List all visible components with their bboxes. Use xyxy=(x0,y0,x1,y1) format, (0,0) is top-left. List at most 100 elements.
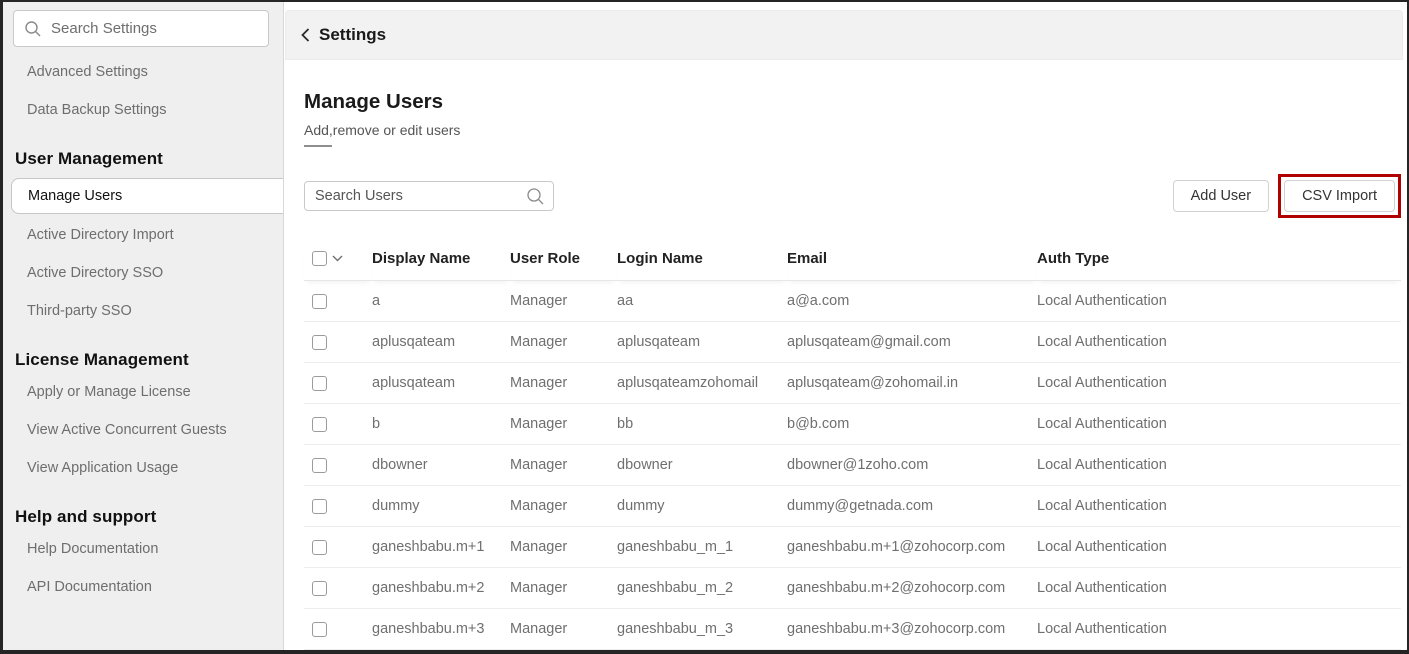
table-row: bManagerbbb@b.comLocal Authentication xyxy=(304,404,1401,445)
cell-display-name: aplusqateam xyxy=(372,322,510,363)
cell-auth-type: Local Authentication xyxy=(1037,404,1401,445)
cell-login-name: aplusqateam xyxy=(617,322,787,363)
sidebar-item-advanced-settings[interactable]: Advanced Settings xyxy=(3,53,283,91)
cell-email: dbowner@1zoho.com xyxy=(787,445,1037,486)
cell-login-name: ganeshbabu_m_3 xyxy=(617,609,787,650)
table-row: aManageraaa@a.comLocal Authentication xyxy=(304,281,1401,322)
row-checkbox[interactable] xyxy=(312,581,327,596)
cell-login-name: ganeshbabu_m_2 xyxy=(617,568,787,609)
sidebar-item-view-active-concurrent-guests[interactable]: View Active Concurrent Guests xyxy=(3,411,283,449)
cell-login-name: bb xyxy=(617,404,787,445)
add-user-button[interactable]: Add User xyxy=(1173,180,1269,212)
cell-display-name: a xyxy=(372,281,510,322)
sidebar-search-input[interactable] xyxy=(51,20,258,37)
row-checkbox[interactable] xyxy=(312,376,327,391)
column-header-user-role[interactable]: User Role xyxy=(510,241,617,281)
cell-user-role: Manager xyxy=(510,281,617,322)
users-table: Display Name User Role Login Name Email … xyxy=(304,241,1401,650)
cell-user-role: Manager xyxy=(510,568,617,609)
cell-user-role: Manager xyxy=(510,609,617,650)
row-select-cell xyxy=(304,527,372,568)
cell-login-name: aa xyxy=(617,281,787,322)
cell-auth-type: Local Authentication xyxy=(1037,363,1401,404)
cell-auth-type: Local Authentication xyxy=(1037,486,1401,527)
app-window: Advanced SettingsData Backup SettingsUse… xyxy=(0,0,1409,654)
sidebar-item-active-directory-sso[interactable]: Active Directory SSO xyxy=(3,254,283,292)
column-header-email[interactable]: Email xyxy=(787,241,1037,281)
sidebar-item-active-directory-import[interactable]: Active Directory Import xyxy=(3,216,283,254)
row-select-cell xyxy=(304,281,372,322)
row-select-cell xyxy=(304,445,372,486)
row-checkbox[interactable] xyxy=(312,622,327,637)
cell-user-role: Manager xyxy=(510,527,617,568)
cell-auth-type: Local Authentication xyxy=(1037,568,1401,609)
cell-login-name: ganeshbabu_m_1 xyxy=(617,527,787,568)
row-checkbox[interactable] xyxy=(312,417,327,432)
page-subtitle: Add,remove or edit users xyxy=(304,122,1401,138)
column-header-auth-type[interactable]: Auth Type xyxy=(1037,241,1401,281)
sidebar-item-data-backup-settings[interactable]: Data Backup Settings xyxy=(3,91,283,129)
csv-import-button[interactable]: CSV Import xyxy=(1284,180,1395,212)
row-select-cell xyxy=(304,404,372,445)
users-search-input[interactable] xyxy=(315,188,526,204)
cell-login-name: dbowner xyxy=(617,445,787,486)
search-icon xyxy=(526,187,545,206)
cell-display-name: dbowner xyxy=(372,445,510,486)
cell-login-name: dummy xyxy=(617,486,787,527)
table-row: aplusqateamManageraplusqateamaplusqateam… xyxy=(304,322,1401,363)
sidebar-item-api-documentation[interactable]: API Documentation xyxy=(3,568,283,606)
table-row: aplusqateamManageraplusqateamzohomailapl… xyxy=(304,363,1401,404)
row-select-cell xyxy=(304,609,372,650)
subtitle-rule xyxy=(304,145,332,147)
row-checkbox[interactable] xyxy=(312,540,327,555)
back-chevron-icon[interactable] xyxy=(300,27,311,43)
cell-user-role: Manager xyxy=(510,404,617,445)
sidebar-item-view-application-usage[interactable]: View Application Usage xyxy=(3,449,283,487)
cell-email: ganeshbabu.m+1@zohocorp.com xyxy=(787,527,1037,568)
csv-import-highlight-annotation: CSV Import xyxy=(1278,174,1401,218)
cell-auth-type: Local Authentication xyxy=(1037,281,1401,322)
sidebar-item-third-party-sso[interactable]: Third-party SSO xyxy=(3,292,283,330)
cell-display-name: ganeshbabu.m+1 xyxy=(372,527,510,568)
cell-email: aplusqateam@zohomail.in xyxy=(787,363,1037,404)
table-row: ganeshbabu.m+1Managerganeshbabu_m_1ganes… xyxy=(304,527,1401,568)
cell-display-name: b xyxy=(372,404,510,445)
row-checkbox[interactable] xyxy=(312,499,327,514)
row-select-cell xyxy=(304,363,372,404)
cell-email: b@b.com xyxy=(787,404,1037,445)
main-panel: Settings Manage Users Add,remove or edit… xyxy=(284,2,1407,650)
sidebar-item-manage-users[interactable]: Manage Users xyxy=(11,178,283,214)
cell-auth-type: Local Authentication xyxy=(1037,527,1401,568)
row-checkbox[interactable] xyxy=(312,294,327,309)
column-header-login-name[interactable]: Login Name xyxy=(617,241,787,281)
users-toolbar: Add User CSV Import xyxy=(304,174,1401,218)
sidebar-item-apply-or-manage-license[interactable]: Apply or Manage License xyxy=(3,373,283,411)
cell-user-role: Manager xyxy=(510,445,617,486)
sidebar-search-box[interactable] xyxy=(13,10,269,47)
row-checkbox[interactable] xyxy=(312,458,327,473)
manage-users-content: Manage Users Add,remove or edit users Ad… xyxy=(284,60,1407,650)
cell-email: ganeshbabu.m+3@zohocorp.com xyxy=(787,609,1037,650)
search-icon xyxy=(24,20,42,38)
column-header-display-name[interactable]: Display Name xyxy=(372,241,510,281)
users-search-box[interactable] xyxy=(304,181,554,211)
row-select-cell xyxy=(304,568,372,609)
select-all-checkbox[interactable] xyxy=(312,251,327,266)
table-row: dummyManagerdummydummy@getnada.comLocal … xyxy=(304,486,1401,527)
cell-display-name: aplusqateam xyxy=(372,363,510,404)
sidebar-item-help-documentation[interactable]: Help Documentation xyxy=(3,530,283,568)
cell-auth-type: Local Authentication xyxy=(1037,609,1401,650)
cell-display-name: ganeshbabu.m+2 xyxy=(372,568,510,609)
row-select-cell xyxy=(304,486,372,527)
cell-display-name: ganeshbabu.m+3 xyxy=(372,609,510,650)
page-title: Manage Users xyxy=(304,90,1401,114)
settings-sidebar: Advanced SettingsData Backup SettingsUse… xyxy=(3,2,284,650)
settings-topbar: Settings xyxy=(285,10,1403,60)
cell-user-role: Manager xyxy=(510,363,617,404)
cell-user-role: Manager xyxy=(510,322,617,363)
sidebar-group-header: License Management xyxy=(3,330,283,373)
sidebar-group-header: User Management xyxy=(3,129,283,172)
chevron-down-icon[interactable] xyxy=(332,255,343,262)
sidebar-nav: Advanced SettingsData Backup SettingsUse… xyxy=(3,53,283,606)
row-checkbox[interactable] xyxy=(312,335,327,350)
